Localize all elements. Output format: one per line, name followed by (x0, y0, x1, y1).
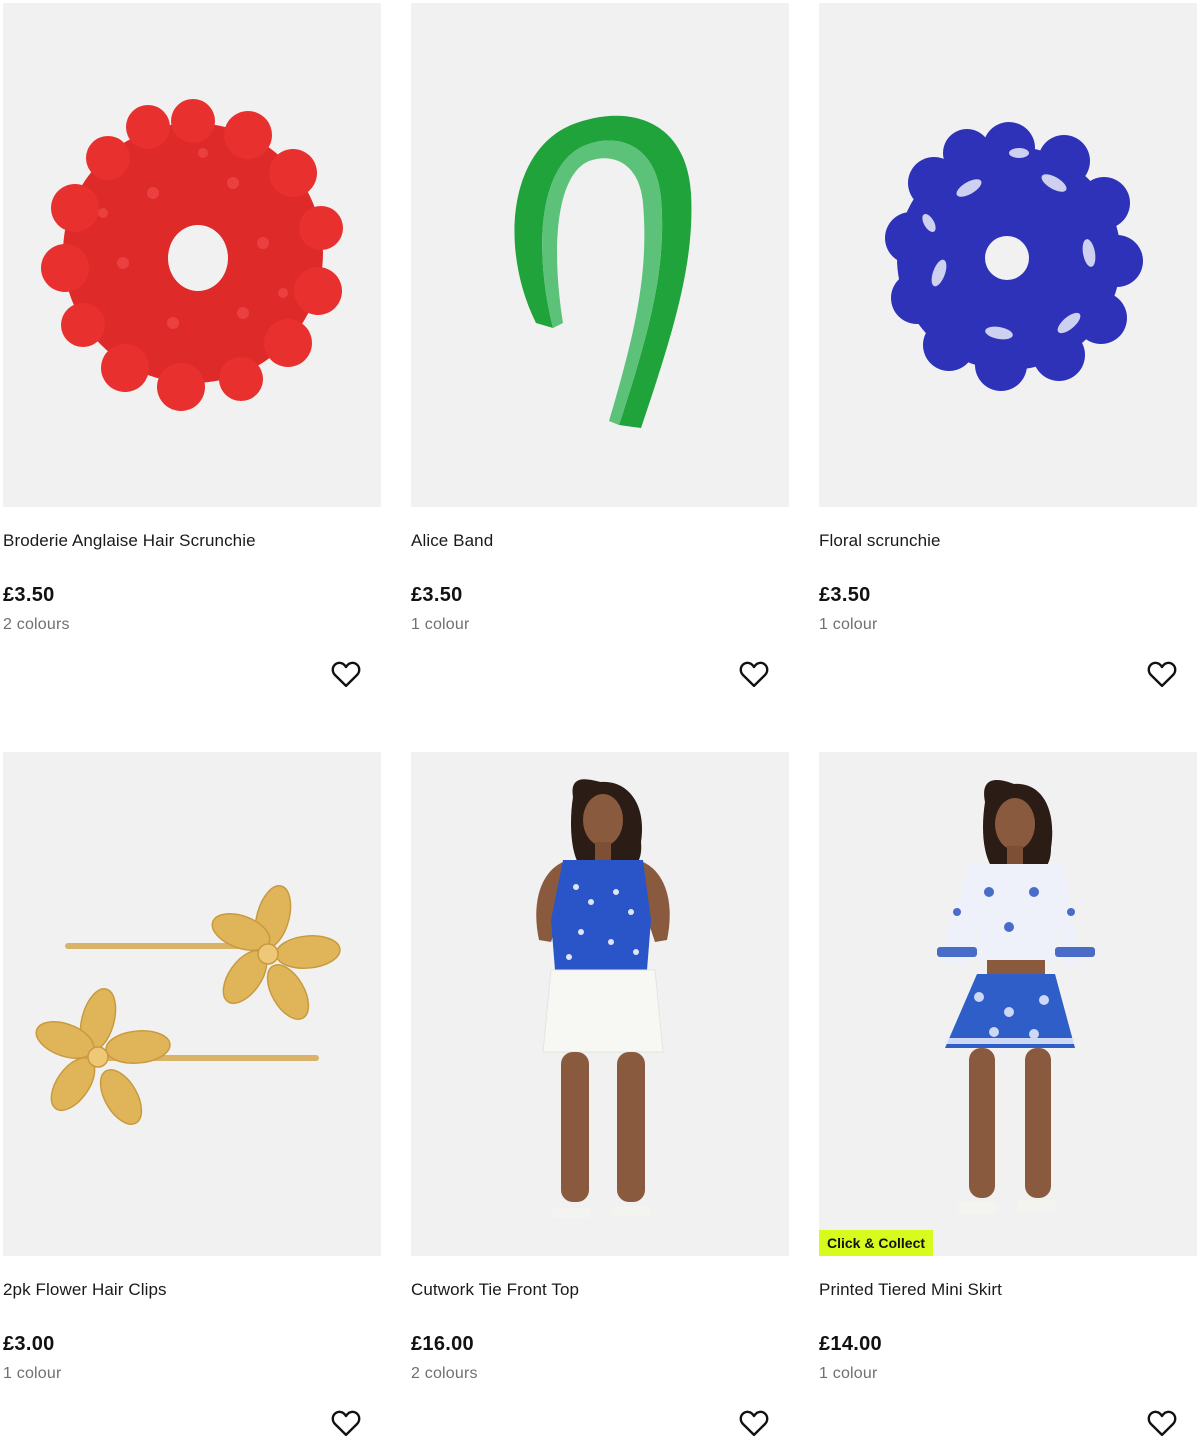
blue-floral-scrunchie-image (885, 122, 1143, 391)
product-image[interactable]: Click & Collect (819, 752, 1197, 1256)
product-colours: 1 colour (411, 616, 470, 633)
heart-icon[interactable] (737, 1406, 771, 1440)
product-price: £3.50 (819, 584, 871, 606)
gold-flower-clips-image (35, 885, 341, 1125)
product-colours: 1 colour (3, 1365, 62, 1382)
heart-icon[interactable] (329, 1406, 363, 1440)
model-blue-top-image (536, 779, 670, 1218)
product-price: £3.50 (3, 584, 55, 606)
product-price: £14.00 (819, 1333, 882, 1355)
product-colours: 2 colours (411, 1365, 478, 1382)
product-image[interactable] (411, 3, 789, 507)
click-and-collect-badge: Click & Collect (819, 1230, 934, 1256)
product-name[interactable]: 2pk Flower Hair Clips (3, 1280, 167, 1300)
product-image[interactable] (3, 3, 381, 507)
green-headband-image (514, 115, 692, 428)
product-colours: 1 colour (819, 616, 878, 633)
product-price: £3.00 (3, 1333, 55, 1355)
product-price: £3.50 (411, 584, 463, 606)
product-name[interactable]: Cutwork Tie Front Top (411, 1280, 579, 1300)
heart-icon[interactable] (1145, 1406, 1179, 1440)
heart-icon[interactable] (737, 657, 771, 691)
product-image[interactable] (3, 752, 381, 1256)
product-image[interactable] (411, 752, 789, 1256)
product-name[interactable]: Alice Band (411, 531, 493, 551)
product-price: £16.00 (411, 1333, 474, 1355)
product-name[interactable]: Broderie Anglaise Hair Scrunchie (3, 531, 256, 551)
heart-icon[interactable] (1145, 657, 1179, 691)
product-colours: 2 colours (3, 616, 70, 633)
product-name[interactable]: Printed Tiered Mini Skirt (819, 1280, 1002, 1300)
red-scrunchie-image (41, 99, 343, 411)
product-name[interactable]: Floral scrunchie (819, 531, 941, 551)
heart-icon[interactable] (329, 657, 363, 691)
product-image[interactable] (819, 3, 1197, 507)
product-colours: 1 colour (819, 1365, 878, 1382)
model-printed-skirt-image (937, 779, 1095, 1214)
